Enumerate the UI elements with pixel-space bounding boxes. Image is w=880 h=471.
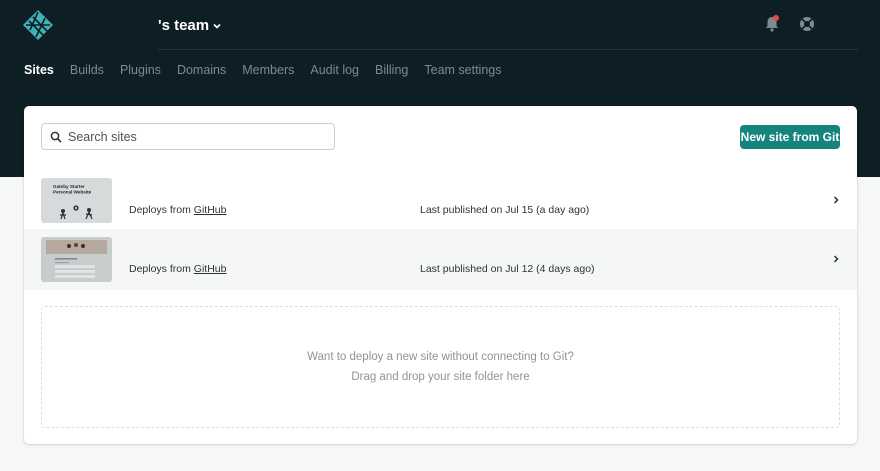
search-icon xyxy=(50,131,62,143)
github-link[interactable]: GitHub xyxy=(194,263,227,275)
site-thumbnail xyxy=(41,237,112,282)
tab-domains[interactable]: Domains xyxy=(177,62,226,78)
deploy-prefix: Deploys from xyxy=(129,204,191,216)
netlify-logo-icon[interactable] xyxy=(22,9,54,41)
tab-billing[interactable]: Billing xyxy=(375,62,408,78)
github-link[interactable]: GitHub xyxy=(194,204,227,216)
deploy-source: Deploys from GitHub xyxy=(129,263,226,275)
site-preview-image: Gatsby Starter Personal Website xyxy=(41,178,112,223)
drag-and-drop-zone[interactable]: Want to deploy a new site without connec… xyxy=(41,306,840,428)
site-thumbnail: Gatsby Starter Personal Website xyxy=(41,178,112,223)
site-row[interactable]: Deploys from GitHub Last published on Ju… xyxy=(24,229,857,290)
lifebuoy-help-icon[interactable] xyxy=(798,15,816,33)
tab-team-settings[interactable]: Team settings xyxy=(424,62,501,78)
search-input[interactable] xyxy=(68,129,318,144)
site-preview-image xyxy=(41,237,112,282)
dropzone-text-line-2: Drag and drop your site folder here xyxy=(351,371,530,383)
deploy-source: Deploys from GitHub xyxy=(129,204,226,216)
sites-card: New site from Git Gatsby Starter Persona… xyxy=(24,106,857,444)
tab-builds[interactable]: Builds xyxy=(70,62,104,78)
search-box[interactable] xyxy=(41,123,335,150)
tab-plugins[interactable]: Plugins xyxy=(120,62,161,78)
thumb-title-line-2: Personal Website xyxy=(53,190,92,195)
team-name: 's team xyxy=(158,16,210,34)
chevron-down-icon xyxy=(213,23,221,29)
site-row[interactable]: Gatsby Starter Personal Website Deploys … xyxy=(24,170,857,231)
notification-badge xyxy=(773,15,779,21)
deploy-prefix: Deploys from xyxy=(129,263,191,275)
tab-members[interactable]: Members xyxy=(242,62,294,78)
last-published: Last published on Jul 12 (4 days ago) xyxy=(420,263,595,275)
header-divider xyxy=(158,49,858,50)
last-published: Last published on Jul 15 (a day ago) xyxy=(420,204,590,216)
dropzone-text-line-1: Want to deploy a new site without connec… xyxy=(307,351,574,363)
thumb-title-line-1: Gatsby Starter xyxy=(53,184,85,189)
team-switcher[interactable]: 's team xyxy=(158,14,221,36)
chevron-right-icon xyxy=(833,255,839,263)
tab-audit-log[interactable]: Audit log xyxy=(310,62,359,78)
team-nav: Sites Builds Plugins Domains Members Aud… xyxy=(24,62,502,78)
new-site-from-git-button[interactable]: New site from Git xyxy=(740,125,840,149)
tab-sites[interactable]: Sites xyxy=(24,62,54,78)
chevron-right-icon xyxy=(833,196,839,204)
